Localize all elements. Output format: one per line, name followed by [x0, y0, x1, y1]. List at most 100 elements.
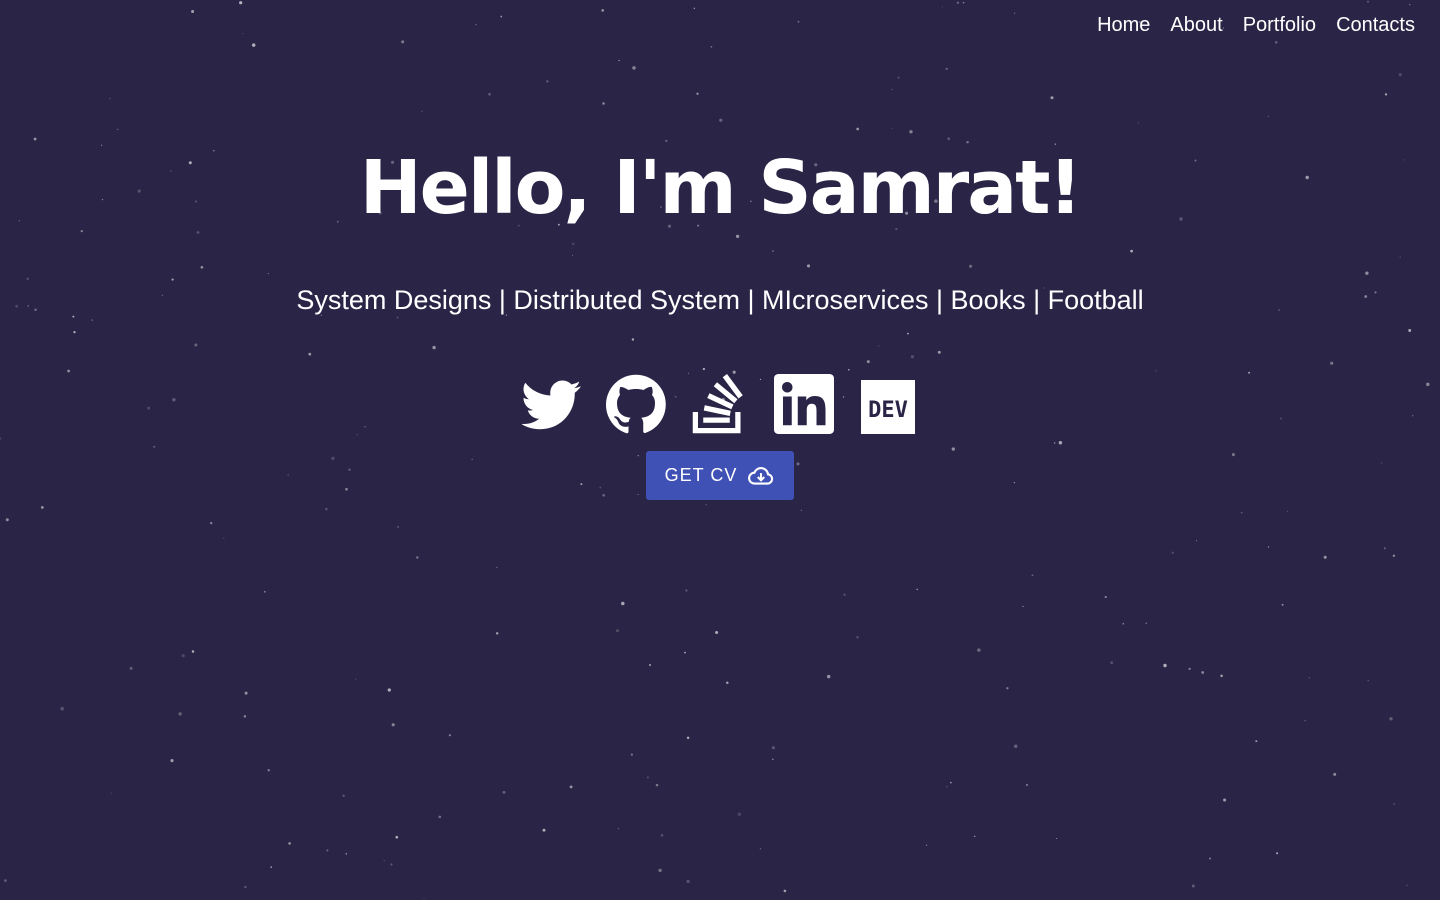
star: [495, 632, 499, 635]
star: [973, 835, 976, 838]
nav-contacts-link[interactable]: Contacts: [1336, 12, 1415, 38]
star: [475, 24, 477, 26]
star: [1050, 96, 1054, 100]
star: [856, 635, 859, 639]
star: [632, 66, 636, 70]
star: [631, 338, 635, 341]
star: [345, 852, 348, 855]
star: [243, 715, 247, 718]
star: [191, 650, 195, 653]
star: [331, 456, 335, 461]
star: [685, 589, 688, 592]
nav-home-link[interactable]: Home: [1097, 12, 1150, 38]
star: [267, 273, 269, 275]
star: [1255, 740, 1258, 743]
star: [210, 521, 213, 525]
top-nav: Home About Portfolio Contacts: [1097, 12, 1415, 38]
star: [1195, 540, 1197, 542]
star: [1383, 547, 1386, 550]
star: [1267, 546, 1270, 548]
star: [856, 127, 860, 131]
star: [542, 828, 546, 832]
star: [1381, 462, 1383, 464]
star: [580, 483, 583, 486]
star: [617, 827, 620, 830]
star: [1220, 674, 1223, 678]
github-link[interactable]: [606, 374, 666, 434]
star: [242, 33, 244, 35]
star: [827, 674, 831, 679]
star: [945, 67, 948, 71]
stackoverflow-icon: [692, 374, 743, 434]
star: [1006, 687, 1009, 690]
star: [1223, 798, 1227, 802]
get-cv-button[interactable]: GET CV: [646, 451, 794, 500]
star: [1276, 852, 1279, 855]
star: [693, 7, 696, 10]
twitter-link[interactable]: [522, 374, 582, 434]
star: [1384, 93, 1388, 96]
dev-link[interactable]: DEV: [858, 374, 918, 434]
star: [1013, 481, 1016, 484]
star: [416, 556, 419, 559]
star: [726, 681, 729, 684]
star: [847, 368, 850, 371]
nav-portfolio-link[interactable]: Portfolio: [1243, 12, 1316, 38]
star: [925, 844, 928, 846]
nav-about-link[interactable]: About: [1170, 12, 1222, 38]
linkedin-link[interactable]: [774, 374, 834, 434]
star: [1058, 441, 1063, 445]
star: [684, 651, 686, 654]
star: [907, 332, 909, 335]
star: [171, 278, 174, 281]
star: [1122, 622, 1125, 625]
star: [909, 130, 913, 134]
star: [1330, 361, 1334, 365]
star: [571, 242, 575, 246]
star: [1274, 41, 1278, 44]
star: [40, 505, 44, 509]
star: [264, 591, 266, 593]
star: [962, 1, 965, 4]
star: [737, 812, 742, 817]
star: [1013, 12, 1016, 14]
star: [797, 20, 800, 23]
cloud-download-icon: [748, 466, 774, 485]
star: [500, 15, 503, 18]
star: [1286, 510, 1289, 513]
star: [950, 781, 952, 784]
star: [630, 753, 633, 756]
star: [354, 678, 357, 680]
star: [546, 80, 549, 83]
star: [569, 785, 573, 789]
star: [117, 128, 119, 131]
star: [1304, 720, 1306, 722]
svg-text:DEV: DEV: [868, 398, 908, 423]
star: [432, 345, 436, 350]
star: [421, 110, 423, 112]
twitter-icon: [522, 380, 581, 430]
star: [153, 445, 156, 448]
star: [1267, 115, 1270, 117]
star: [1333, 772, 1337, 776]
star: [759, 848, 762, 850]
star: [937, 350, 941, 354]
star: [649, 664, 651, 666]
star: [170, 759, 174, 763]
star: [771, 746, 776, 750]
star: [448, 734, 451, 737]
star: [308, 352, 312, 356]
star: [800, 509, 802, 512]
dev-icon: DEV: [861, 380, 915, 434]
star: [1104, 595, 1107, 599]
star: [1367, 679, 1369, 682]
star: [806, 264, 811, 268]
star: [60, 706, 64, 711]
stackoverflow-link[interactable]: [690, 374, 750, 434]
star: [244, 691, 248, 695]
star: [1323, 555, 1327, 559]
star: [191, 10, 195, 13]
star: [438, 815, 442, 819]
star: [866, 360, 870, 364]
star: [1191, 884, 1195, 888]
